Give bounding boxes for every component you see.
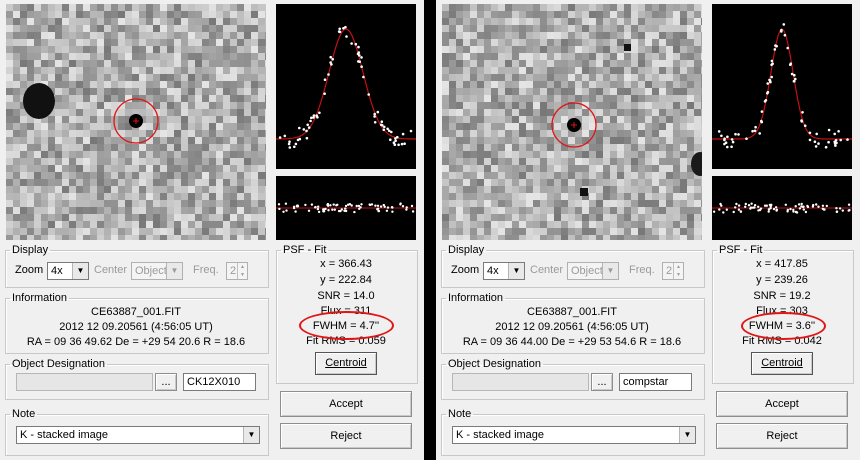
note-legend: Note xyxy=(12,408,36,420)
zoom-label: Zoom xyxy=(451,264,480,276)
reject-button[interactable]: Reject xyxy=(716,423,848,449)
center-select[interactable]: Object ▼ xyxy=(567,262,619,280)
freq-label: Freq. xyxy=(629,264,655,276)
info-datetime: 2012 12 09.20561 (4:56:05 UT) xyxy=(495,321,649,333)
designation-lookup-field[interactable] xyxy=(16,373,153,391)
designation-legend: Object Designation xyxy=(448,358,541,370)
psf-x: x = 366.43 xyxy=(320,258,372,270)
zoom-label: Zoom xyxy=(15,264,44,276)
dark-pixel xyxy=(624,44,631,51)
psf-snr: SNR = 19.2 xyxy=(753,290,811,302)
chevron-down-icon: ▼ xyxy=(508,263,524,279)
info-filename: CE63887_001.FIT xyxy=(527,306,617,318)
center-label: Center xyxy=(94,264,128,276)
center-label: Center xyxy=(530,264,564,276)
info-coordinates: RA = 09 36 44.00 De = +29 53 54.6 R = 18… xyxy=(462,336,682,348)
note-select[interactable]: K - stacked image ▼ xyxy=(16,426,260,444)
star-field-image[interactable] xyxy=(6,4,266,240)
psf-snr: SNR = 14.0 xyxy=(317,290,375,302)
dark-star-blob xyxy=(23,83,55,119)
zoom-value: 4x xyxy=(487,265,499,277)
centroid-label: Centroid xyxy=(325,357,367,369)
zoom-select[interactable]: 4x ▼ xyxy=(47,262,89,280)
designation-input[interactable]: compstar xyxy=(619,373,692,391)
psf-flux: Flux = 311 xyxy=(320,305,372,317)
chevron-down-icon: ▼ xyxy=(166,263,182,279)
freq-spinner[interactable]: 2 ▲ ▼ xyxy=(662,262,684,280)
reject-button[interactable]: Reject xyxy=(280,423,412,449)
residual-plot xyxy=(712,176,852,240)
center-value: Object xyxy=(135,265,167,277)
psf-flux: Flux = 303 xyxy=(756,305,808,317)
freq-value: 2 xyxy=(230,265,237,277)
centroid-button[interactable]: Centroid xyxy=(315,352,377,375)
note-select[interactable]: K - stacked image ▼ xyxy=(452,426,696,444)
note-value: K - stacked image xyxy=(20,429,109,441)
designation-lookup-field[interactable] xyxy=(452,373,589,391)
panel-divider xyxy=(424,0,436,460)
psf-fwhm: FWHM = 4.7'' xyxy=(312,320,380,332)
center-select[interactable]: Object ▼ xyxy=(131,262,183,280)
astrometry-panel-right: Display Zoom 4x ▼ Center Object ▼ Freq. … xyxy=(436,0,860,460)
psf-legend: PSF - Fit xyxy=(283,244,327,256)
psf-profile-plot xyxy=(712,4,852,169)
designation-input[interactable]: CK12X010 xyxy=(183,373,256,391)
information-legend: Information xyxy=(448,292,504,304)
astrometry-panel-left: Display Zoom 4x ▼ Center Object ▼ Freq. … xyxy=(0,0,424,460)
star-field-image[interactable] xyxy=(442,4,702,240)
centroid-label: Centroid xyxy=(761,357,803,369)
psf-y: y = 222.84 xyxy=(320,274,372,286)
residual-plot xyxy=(276,176,416,240)
dark-pixel xyxy=(580,188,588,196)
psf-fit-rms: Fit RMS = 0.059 xyxy=(306,335,386,347)
browse-button[interactable]: ... xyxy=(155,373,177,391)
freq-value: 2 xyxy=(666,265,673,277)
info-datetime: 2012 12 09.20561 (4:56:05 UT) xyxy=(59,321,213,333)
information-legend: Information xyxy=(12,292,68,304)
accept-button[interactable]: Accept xyxy=(716,391,848,417)
psf-fwhm: FWHM = 3.6'' xyxy=(748,320,816,332)
info-filename: CE63887_001.FIT xyxy=(91,306,181,318)
center-value: Object xyxy=(571,265,603,277)
chevron-down-icon: ▼ xyxy=(679,427,695,443)
note-value: K - stacked image xyxy=(456,429,545,441)
centroid-button[interactable]: Centroid xyxy=(751,352,813,375)
browse-button[interactable]: ... xyxy=(591,373,613,391)
psf-fit-rms: Fit RMS = 0.042 xyxy=(742,335,822,347)
zoom-value: 4x xyxy=(51,265,63,277)
info-coordinates: RA = 09 36 49.62 De = +29 54 20.6 R = 18… xyxy=(26,336,246,348)
freq-label: Freq. xyxy=(193,264,219,276)
chevron-down-icon: ▼ xyxy=(72,263,88,279)
psf-x: x = 417.85 xyxy=(756,258,808,270)
freq-spinner[interactable]: 2 ▲ ▼ xyxy=(226,262,248,280)
display-legend: Display xyxy=(448,244,485,256)
psf-legend: PSF - Fit xyxy=(719,244,763,256)
designation-legend: Object Designation xyxy=(12,358,105,370)
psf-y: y = 239.26 xyxy=(756,274,808,286)
display-legend: Display xyxy=(12,244,49,256)
note-legend: Note xyxy=(448,408,472,420)
psf-profile-plot xyxy=(276,4,416,169)
spinner-arrows-icon: ▲ ▼ xyxy=(673,263,683,279)
chevron-down-icon: ▼ xyxy=(243,427,259,443)
accept-button[interactable]: Accept xyxy=(280,391,412,417)
spinner-arrows-icon: ▲ ▼ xyxy=(237,263,247,279)
zoom-select[interactable]: 4x ▼ xyxy=(483,262,525,280)
chevron-down-icon: ▼ xyxy=(602,263,618,279)
